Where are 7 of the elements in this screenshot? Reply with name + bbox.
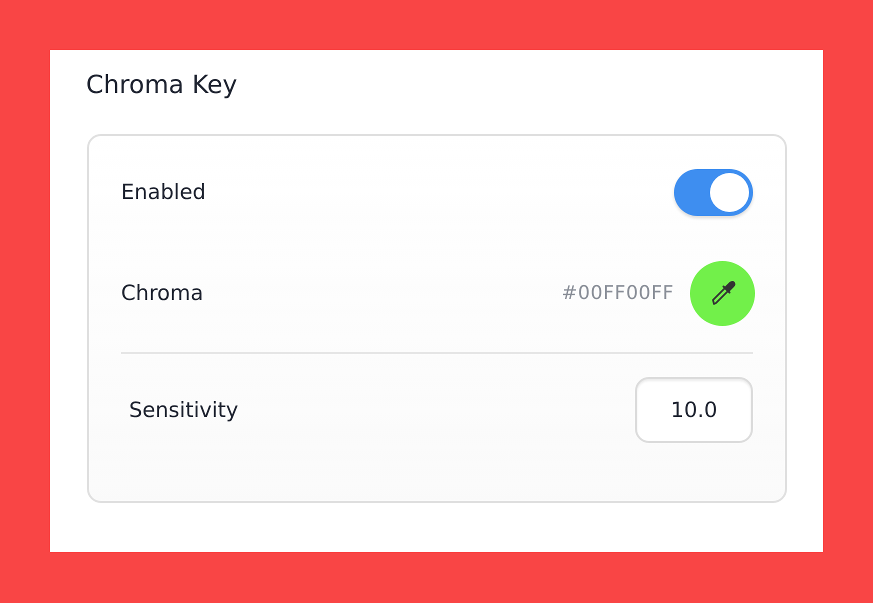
- color-value: #00FF00FF: [562, 282, 674, 304]
- setting-label: Chroma: [121, 281, 204, 305]
- setting-label: Enabled: [121, 180, 206, 204]
- setting-label: Sensitivity: [129, 398, 238, 422]
- toggle-switch[interactable]: [674, 168, 753, 216]
- number-field[interactable]: 10.0: [635, 377, 753, 443]
- section-title: Chroma Key: [86, 69, 238, 101]
